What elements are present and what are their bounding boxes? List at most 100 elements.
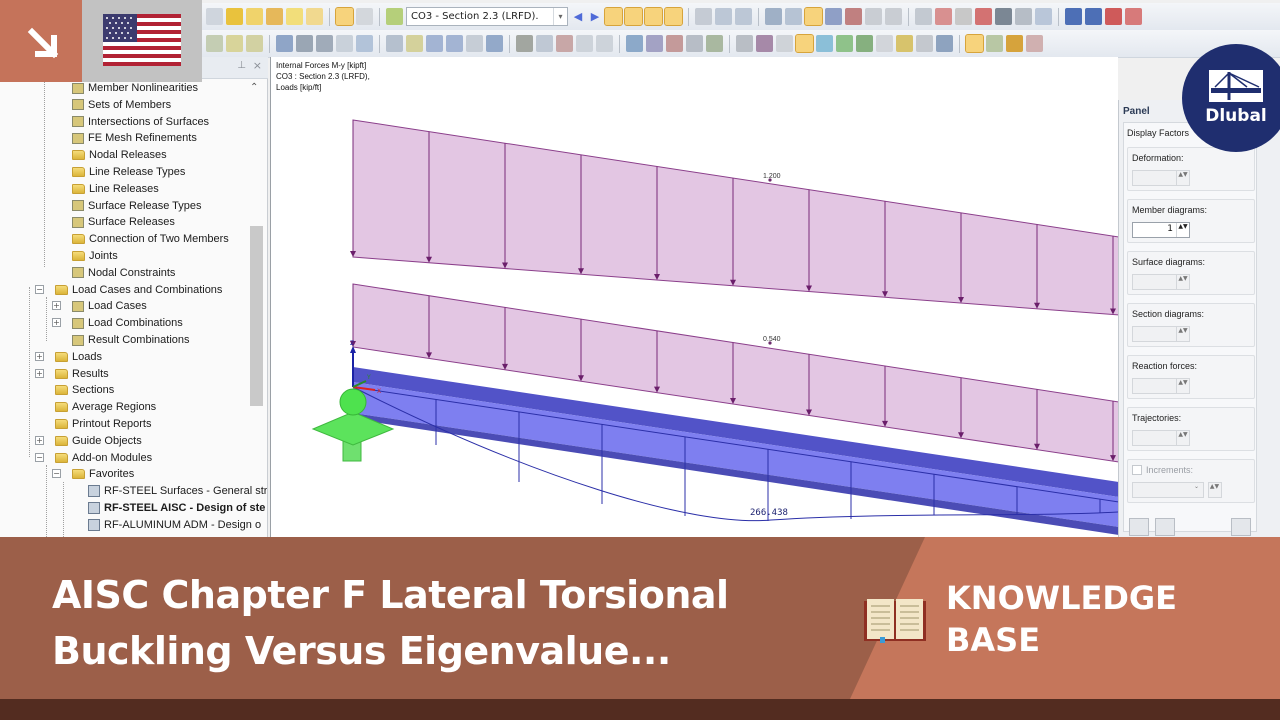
edit-settings-button[interactable] [1129,518,1149,536]
layers-icon[interactable] [896,35,913,52]
tree-item[interactable]: Load Cases and Combinations [55,282,222,298]
next-load-case-button[interactable]: ▶ [588,10,602,23]
color-panel-icon[interactable] [965,34,984,53]
render-icon[interactable] [516,35,533,52]
previous-load-case-button[interactable]: ◀ [571,10,585,23]
section-display-icon[interactable] [795,34,814,53]
increments-spinner[interactable]: ▲▼ [1208,482,1222,498]
collapse-icon[interactable]: − [35,452,44,462]
results-filter-icon[interactable] [885,8,902,25]
spin-arrows-icon[interactable]: ▲▼ [1176,171,1189,185]
trajectories-spinner[interactable]: ▲▼ [1132,430,1190,446]
export-y-icon[interactable] [1085,8,1102,25]
triangle-icon[interactable] [955,8,972,25]
tree-item[interactable]: Line Releases [72,181,159,197]
select-window-icon[interactable] [286,8,303,25]
close-icon[interactable]: × [253,59,262,72]
member-forces-icon[interactable] [845,8,862,25]
tree-item[interactable]: Loads [55,349,102,365]
imperfection-icon[interactable] [486,35,503,52]
spin-arrows-icon[interactable]: ▲▼ [1176,379,1189,393]
chevron-down-icon[interactable]: ▾ [553,8,567,25]
tree-item[interactable]: Average Regions [55,399,156,415]
animation-icon[interactable] [695,8,712,25]
tree-item[interactable]: Printout Reports [55,416,151,432]
phi-icon[interactable] [935,8,952,25]
display-mode-icon[interactable] [736,35,753,52]
expand-icon[interactable]: + [35,435,44,445]
panel-options-button[interactable] [1155,518,1175,536]
member-axis-icon[interactable] [916,35,933,52]
new-member-icon[interactable] [276,35,293,52]
tree-item[interactable]: Connection of Two Members [72,231,229,247]
spin-arrows-icon[interactable]: ▲▼ [1176,431,1189,445]
member-sections-icon[interactable] [825,8,842,25]
frame-icon[interactable] [756,35,773,52]
fe-nodes-icon[interactable] [785,8,802,25]
tree-item[interactable]: RF-ALUMINUM ADM - Design o [88,517,261,533]
new-solid-icon[interactable] [316,35,333,52]
scroll-up-icon[interactable]: ⌃ [250,82,258,93]
spin-arrows-icon[interactable]: ▲▼ [1176,223,1189,237]
solid-display-icon[interactable] [836,35,853,52]
surface-display-icon[interactable] [816,35,833,52]
release-icon[interactable] [1125,8,1142,25]
zoom-node-icon[interactable] [246,8,263,25]
tree-item[interactable]: Surface Release Types [72,198,202,214]
coordinate-system-icon[interactable] [1026,35,1043,52]
collapse-icon[interactable]: − [35,284,44,294]
tree-item[interactable]: Favorites [72,466,134,482]
expand-icon[interactable]: + [52,301,61,311]
tree-item[interactable]: Nodal Releases [72,147,167,163]
dimension-icon[interactable] [206,35,223,52]
graphics-window[interactable]: Internal Forces M-y [kipft] CO3 : Sectio… [270,57,1118,537]
tree-item[interactable]: Line Release Types [72,164,185,180]
new-opening-icon[interactable] [336,35,353,52]
tree-item[interactable]: Nodal Constraints [72,265,175,281]
tree-item[interactable]: RF-STEEL Surfaces - General stre [88,483,267,499]
nodes-icon[interactable] [915,8,932,25]
load-case-select[interactable]: CO3 - Section 2.3 (LRFD). ▾ [406,7,568,26]
member-load-icon[interactable] [426,35,443,52]
results-on-off-icon[interactable] [604,7,623,26]
tree-item[interactable]: Sections [55,382,114,398]
tree-item[interactable]: FE Mesh Refinements [72,130,197,146]
tree-item[interactable]: Add-on Modules [55,450,152,466]
export-x-icon[interactable] [1065,8,1082,25]
view-z-icon[interactable] [666,35,683,52]
color-scale-icon[interactable] [986,35,1003,52]
grid-points-icon[interactable] [246,35,263,52]
rotate-icon[interactable] [706,35,723,52]
info-icon[interactable] [995,8,1012,25]
table-view-icon[interactable] [335,7,354,26]
reaction-forces-spinner[interactable]: ▲▼ [1132,378,1190,394]
connection-icon[interactable] [1035,8,1052,25]
spin-arrows-icon[interactable]: ▲▼ [1176,327,1189,341]
member-diagrams-spinner[interactable]: 1 ▲▼ [1132,222,1190,238]
tree-item[interactable]: Sets of Members [72,97,171,113]
lock-button[interactable] [1231,518,1251,536]
new-support-icon[interactable] [356,35,373,52]
chevron-down-icon[interactable]: ⌄ [1190,483,1203,497]
redo-icon[interactable] [206,8,223,25]
edit-icon[interactable] [1015,8,1032,25]
mesh-icon[interactable] [765,8,782,25]
tree-icon[interactable] [856,35,873,52]
deformation-icon[interactable] [644,7,663,26]
target-icon[interactable] [266,8,283,25]
value-labels-icon[interactable] [664,7,683,26]
surface-load-icon[interactable] [446,35,463,52]
tree-item[interactable]: Surface Releases [72,214,175,230]
pin-icon[interactable]: ⊥ [237,60,246,71]
tree-item[interactable]: Result Combinations [72,332,190,348]
pencil-icon[interactable] [876,35,893,52]
color-spectrum-icon[interactable] [1006,35,1023,52]
view-iso-icon[interactable] [596,35,613,52]
node-load-icon[interactable] [406,35,423,52]
surface-edit-icon[interactable] [226,8,243,25]
view-x-icon[interactable] [626,35,643,52]
grid-icon[interactable] [936,35,953,52]
tree-item[interactable]: Joints [72,248,118,264]
expand-icon[interactable]: + [52,318,61,328]
new-surface-icon[interactable] [296,35,313,52]
